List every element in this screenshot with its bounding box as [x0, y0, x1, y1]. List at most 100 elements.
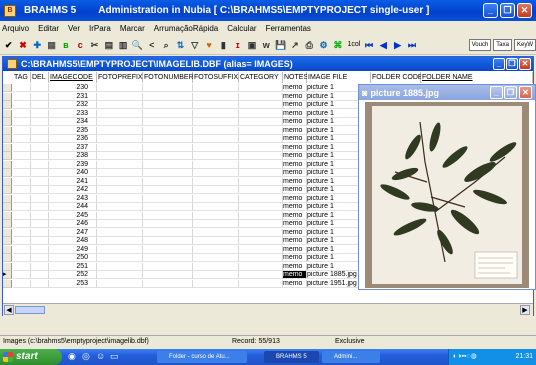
- cell-fs[interactable]: [193, 279, 239, 288]
- cell-notes[interactable]: memo: [283, 271, 307, 280]
- col-header-tag[interactable]: TAG: [13, 72, 31, 83]
- cell-fs[interactable]: [193, 152, 239, 161]
- cell-fs[interactable]: [193, 135, 239, 144]
- cell-code[interactable]: 237: [49, 143, 97, 152]
- cell-tag[interactable]: [13, 271, 31, 280]
- cell-notes[interactable]: memo: [283, 237, 307, 246]
- cell-fp[interactable]: [97, 143, 143, 152]
- cell-notes[interactable]: memo: [283, 211, 307, 220]
- label-icon[interactable]: ɪ: [232, 39, 243, 51]
- cell-fp[interactable]: [97, 118, 143, 127]
- cell-code[interactable]: 242: [49, 186, 97, 195]
- cell-fn[interactable]: [143, 118, 193, 127]
- cell-cat[interactable]: [239, 126, 283, 135]
- cell-notes[interactable]: memo: [283, 228, 307, 237]
- cell-code[interactable]: 236: [49, 135, 97, 144]
- cell-code[interactable]: 235: [49, 126, 97, 135]
- minimize-icon[interactable]: _: [483, 3, 498, 18]
- cell-cat[interactable]: [239, 203, 283, 212]
- col-header-del[interactable]: DEL: [31, 72, 49, 83]
- cell-fn[interactable]: [143, 245, 193, 254]
- cell-del[interactable]: [31, 237, 49, 246]
- messenger-icon[interactable]: ☺: [96, 351, 105, 361]
- row-selector[interactable]: [3, 109, 12, 118]
- cell-fp[interactable]: [97, 245, 143, 254]
- cell-tag[interactable]: [13, 279, 31, 288]
- cell-notes[interactable]: memo: [283, 177, 307, 186]
- cell-cat[interactable]: [239, 186, 283, 195]
- settings-icon[interactable]: ⚙: [318, 39, 329, 51]
- horizontal-scrollbar[interactable]: ◀ ▶: [3, 303, 533, 316]
- cell-cat[interactable]: [239, 92, 283, 101]
- cell-fn[interactable]: [143, 186, 193, 195]
- cell-tag[interactable]: [13, 177, 31, 186]
- cell-tag[interactable]: [13, 220, 31, 229]
- row-selector[interactable]: ▸: [3, 271, 12, 280]
- cell-fs[interactable]: [193, 143, 239, 152]
- cell-cat[interactable]: [239, 101, 283, 110]
- col-header-notes[interactable]: NOTES: [283, 72, 308, 83]
- cell-tag[interactable]: [13, 143, 31, 152]
- cell-tag[interactable]: [13, 211, 31, 220]
- row-selector[interactable]: [3, 152, 12, 161]
- cell-del[interactable]: [31, 118, 49, 127]
- cell-fn[interactable]: [143, 262, 193, 271]
- cell-del[interactable]: [31, 143, 49, 152]
- cell-tag[interactable]: [13, 254, 31, 263]
- cell-code[interactable]: 252: [49, 271, 97, 280]
- cell-fp[interactable]: [97, 211, 143, 220]
- cell-cat[interactable]: [239, 271, 283, 280]
- filter-icon[interactable]: ʙ: [60, 39, 71, 51]
- cell-fs[interactable]: [193, 177, 239, 186]
- ie-icon[interactable]: ◉: [68, 351, 76, 362]
- cell-code[interactable]: 231: [49, 92, 97, 101]
- cell-fs[interactable]: [193, 194, 239, 203]
- cell-cat[interactable]: [239, 220, 283, 229]
- scroll-right-icon[interactable]: ▶: [520, 305, 530, 315]
- cell-del[interactable]: [31, 228, 49, 237]
- cell-code[interactable]: 247: [49, 228, 97, 237]
- cell-code[interactable]: 240: [49, 169, 97, 178]
- cell-fn[interactable]: [143, 228, 193, 237]
- row-selector[interactable]: [3, 262, 12, 271]
- row-selector[interactable]: [3, 101, 12, 110]
- tools-icon[interactable]: ♥: [203, 39, 214, 51]
- cell-code[interactable]: 251: [49, 262, 97, 271]
- paste-icon[interactable]: ▤: [103, 39, 114, 51]
- cell-notes[interactable]: memo: [283, 169, 307, 178]
- cell-del[interactable]: [31, 160, 49, 169]
- cell-tag[interactable]: [13, 118, 31, 127]
- cell-cat[interactable]: [239, 109, 283, 118]
- cell-tag[interactable]: [13, 186, 31, 195]
- table-icon[interactable]: ▥: [118, 39, 129, 51]
- cell-tag[interactable]: [13, 101, 31, 110]
- cell-fn[interactable]: [143, 160, 193, 169]
- cell-fs[interactable]: [193, 169, 239, 178]
- cell-fp[interactable]: [97, 220, 143, 229]
- col-header-image-file[interactable]: IMAGE FILE: [307, 72, 371, 83]
- col-header-folder-code[interactable]: FOLDER CODE: [371, 72, 423, 83]
- cell-fn[interactable]: [143, 109, 193, 118]
- keyw-button[interactable]: KeyW: [513, 38, 536, 51]
- search-icon[interactable]: 🔍: [132, 39, 143, 51]
- cell-fs[interactable]: [193, 203, 239, 212]
- cell-notes[interactable]: memo: [283, 118, 307, 127]
- cell-tag[interactable]: [13, 237, 31, 246]
- menu-arquivo[interactable]: Arquivo: [2, 24, 29, 33]
- cell-cat[interactable]: [239, 262, 283, 271]
- scroll-left-icon[interactable]: ◀: [4, 305, 14, 315]
- cell-notes[interactable]: memo: [283, 84, 307, 93]
- last-record-icon[interactable]: ⏭: [406, 39, 417, 51]
- export-icon[interactable]: ↗: [289, 39, 300, 51]
- row-selector[interactable]: [3, 203, 12, 212]
- cell-fn[interactable]: [143, 152, 193, 161]
- cell-code[interactable]: 244: [49, 203, 97, 212]
- web-icon[interactable]: w: [261, 39, 272, 51]
- cell-notes[interactable]: memo: [283, 254, 307, 263]
- taxa-button[interactable]: Taxa: [493, 38, 512, 51]
- row-selector[interactable]: [3, 245, 12, 254]
- cell-tag[interactable]: [13, 152, 31, 161]
- cell-fs[interactable]: [193, 262, 239, 271]
- cell-cat[interactable]: [239, 152, 283, 161]
- cell-fs[interactable]: [193, 220, 239, 229]
